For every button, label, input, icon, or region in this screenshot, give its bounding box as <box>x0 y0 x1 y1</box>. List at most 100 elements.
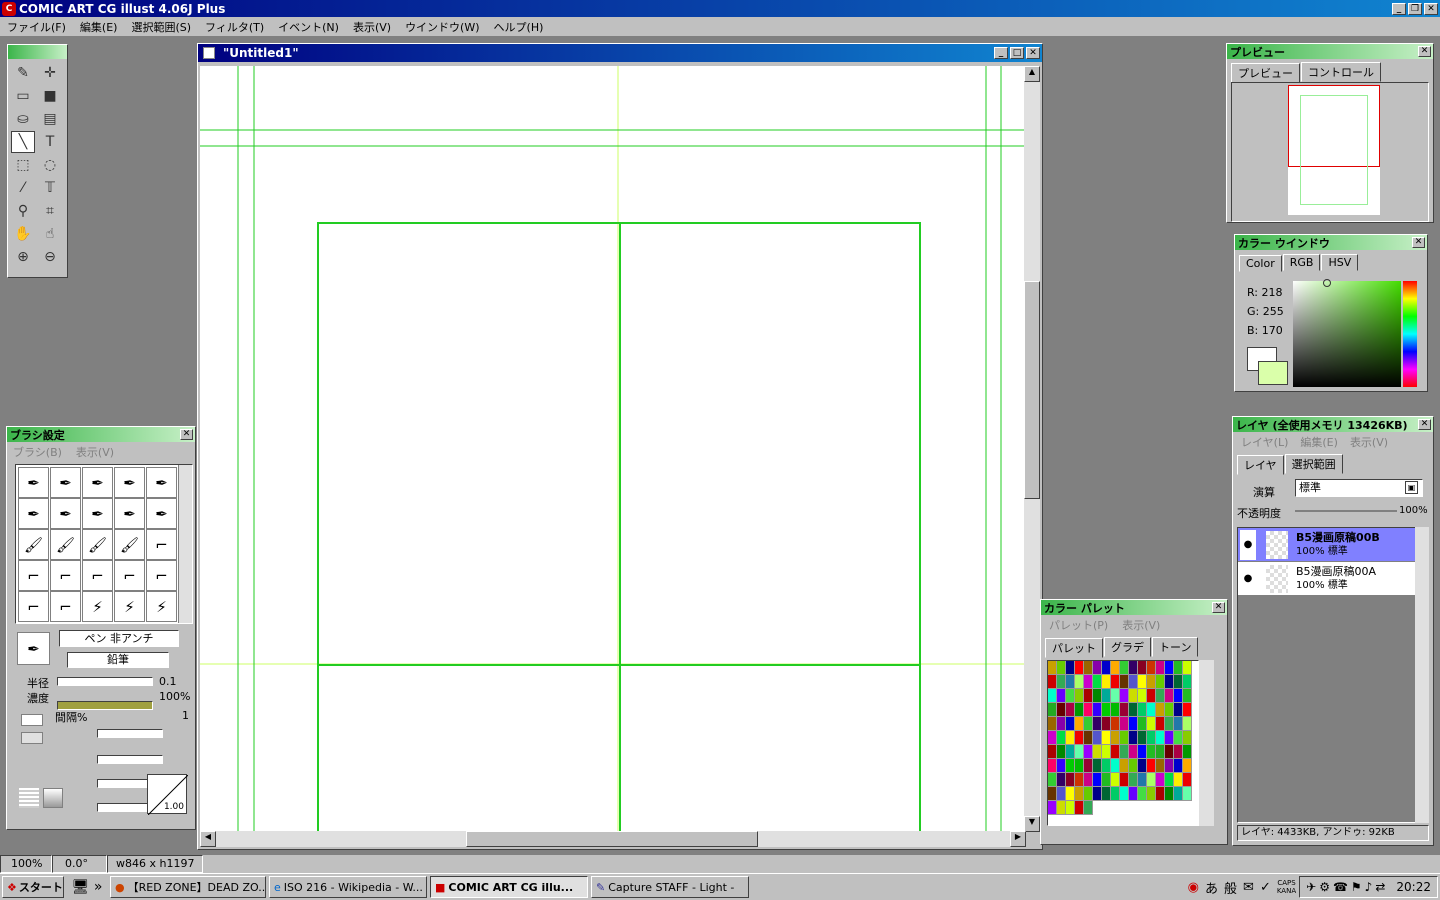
palette-swatch[interactable] <box>1183 689 1192 703</box>
palette-swatch[interactable] <box>1147 773 1156 787</box>
tab-preview[interactable]: プレビュー <box>1231 63 1300 83</box>
palette-swatch[interactable] <box>1156 745 1165 759</box>
saturation-value-picker[interactable] <box>1293 279 1401 387</box>
ime-pad-icon[interactable]: ✓ <box>1260 880 1271 895</box>
palette-swatch[interactable] <box>1165 717 1174 731</box>
brush-preset-icon[interactable]: ⌐ <box>50 591 81 622</box>
palette-swatch[interactable] <box>1084 689 1093 703</box>
brush-preset-icon[interactable]: ⚡ <box>82 591 113 622</box>
palette-swatch[interactable] <box>1120 773 1129 787</box>
palette-swatch[interactable] <box>1138 689 1147 703</box>
palette-swatch[interactable] <box>1156 689 1165 703</box>
brush-preset-icon[interactable]: ✒ <box>146 467 177 498</box>
palette-swatch[interactable] <box>1102 773 1111 787</box>
palette-swatch[interactable] <box>1066 717 1075 731</box>
palette-swatch[interactable] <box>1129 787 1138 801</box>
pressure-curve[interactable]: 1.00 <box>147 774 189 816</box>
ime-tool-icon[interactable]: ✉ <box>1243 880 1254 895</box>
gradient-tool-icon[interactable]: ▤ <box>38 108 62 130</box>
zoom-out-icon[interactable]: ⊖ <box>38 246 62 268</box>
palette-swatch[interactable] <box>1048 731 1057 745</box>
palette-swatch[interactable] <box>1156 703 1165 717</box>
palette-swatch[interactable] <box>1084 759 1093 773</box>
menu-window[interactable]: ウインドウ(W) <box>398 19 486 35</box>
zoom-in-icon[interactable]: ⊕ <box>11 246 35 268</box>
doc-minimize-button[interactable]: _ <box>994 47 1008 59</box>
line-tool-icon[interactable]: ╲ <box>11 131 35 153</box>
vertical-scrollbar[interactable]: ▲ ▼ <box>1024 66 1040 832</box>
palette-swatch[interactable] <box>1111 675 1120 689</box>
doc-maximize-button[interactable]: □ <box>1010 47 1024 59</box>
taskbar-item[interactable]: ■ COMIC ART CG illu... <box>430 876 588 898</box>
palette-swatch[interactable] <box>1174 759 1183 773</box>
brush-preset-icon[interactable]: 🖌 <box>114 529 145 560</box>
brush-preset-icon[interactable]: ⌐ <box>146 560 177 591</box>
palette-swatch[interactable] <box>1066 703 1075 717</box>
palette-swatches[interactable] <box>1047 660 1199 826</box>
palette-swatch[interactable] <box>1129 675 1138 689</box>
brush-preset-icon[interactable]: ⚡ <box>146 591 177 622</box>
rect-tool-icon[interactable]: ▭ <box>11 85 35 107</box>
start-button[interactable]: ❖ スタート <box>2 876 64 898</box>
brush-preset-icon[interactable]: ✒ <box>50 467 81 498</box>
palette-swatch[interactable] <box>1084 717 1093 731</box>
palette-swatch[interactable] <box>1057 703 1066 717</box>
picker-cursor-icon[interactable] <box>1323 279 1331 287</box>
palette-swatch[interactable] <box>1174 787 1183 801</box>
layer-row[interactable]: ● B5漫画原稿00A 100% 標準 <box>1238 562 1416 596</box>
scroll-down-icon[interactable]: ▼ <box>1024 816 1040 832</box>
palette-swatch[interactable] <box>1093 731 1102 745</box>
foreground-color-swatch[interactable] <box>1258 361 1288 385</box>
menu-edit[interactable]: 編集(E) <box>73 19 125 35</box>
palette-swatch[interactable] <box>1084 787 1093 801</box>
palette-swatch[interactable] <box>1165 773 1174 787</box>
palette-swatch[interactable] <box>1165 731 1174 745</box>
brush-preset-icon[interactable]: ⌐ <box>146 529 177 560</box>
hue-slider[interactable] <box>1403 281 1417 387</box>
lasso-select-icon[interactable]: ◌ <box>38 154 62 176</box>
palette-swatch[interactable] <box>1129 745 1138 759</box>
palette-swatch[interactable] <box>1147 661 1156 675</box>
tab-selection[interactable]: 選択範囲 <box>1284 454 1343 474</box>
network-icon[interactable]: ⇄ <box>1375 880 1385 894</box>
palette-swatch[interactable] <box>1066 787 1075 801</box>
palette-swatch[interactable] <box>1075 689 1084 703</box>
vertical-scroll-thumb[interactable] <box>1024 281 1040 499</box>
palette-swatch[interactable] <box>1075 675 1084 689</box>
palette-swatch[interactable] <box>1102 689 1111 703</box>
palette-swatch[interactable] <box>1156 731 1165 745</box>
brush-menu-view[interactable]: 表示(V) <box>76 444 114 460</box>
palette-swatch[interactable] <box>1165 745 1174 759</box>
palette-swatch[interactable] <box>1102 787 1111 801</box>
ime-icon[interactable]: ◉ <box>1188 880 1199 895</box>
palette-swatch[interactable] <box>1093 773 1102 787</box>
hand-tool-icon[interactable]: ✋ <box>11 223 35 245</box>
palette-swatch[interactable] <box>1147 759 1156 773</box>
palette-swatch[interactable] <box>1057 717 1066 731</box>
option-slider-1[interactable] <box>97 755 163 764</box>
palette-swatch[interactable] <box>1156 773 1165 787</box>
layer-row[interactable]: ● B5漫画原稿00B 100% 標準 <box>1238 528 1416 562</box>
scroll-left-icon[interactable]: ◀ <box>200 831 216 847</box>
palette-swatch[interactable] <box>1111 661 1120 675</box>
palette-swatch[interactable] <box>1174 731 1183 745</box>
palette-swatch[interactable] <box>1075 717 1084 731</box>
scroll-right-icon[interactable]: ▶ <box>1010 831 1026 847</box>
quick-launch-icon[interactable]: 🖥 » <box>67 879 107 895</box>
palette-swatch[interactable] <box>1102 745 1111 759</box>
close-icon[interactable]: ✕ <box>1412 237 1425 248</box>
palette-swatch[interactable] <box>1111 689 1120 703</box>
volume-icon[interactable]: ♪ <box>1365 880 1373 894</box>
palette-swatch[interactable] <box>1174 703 1183 717</box>
fill-rect-tool-icon[interactable]: ■ <box>38 85 62 107</box>
palette-swatch[interactable] <box>1075 787 1084 801</box>
taskbar-item[interactable]: ● 【RED ZONE】DEAD ZO... <box>110 876 266 898</box>
palette-swatch[interactable] <box>1138 745 1147 759</box>
palette-swatch[interactable] <box>1057 787 1066 801</box>
brush-preset-icon[interactable]: ⌐ <box>18 560 49 591</box>
opacity-slider[interactable] <box>1295 510 1397 512</box>
palette-swatch[interactable] <box>1066 731 1075 745</box>
palette-swatch[interactable] <box>1147 675 1156 689</box>
brush-preset-icon[interactable]: ✒ <box>82 498 113 529</box>
brush-preset-icon[interactable]: ✒ <box>18 467 49 498</box>
